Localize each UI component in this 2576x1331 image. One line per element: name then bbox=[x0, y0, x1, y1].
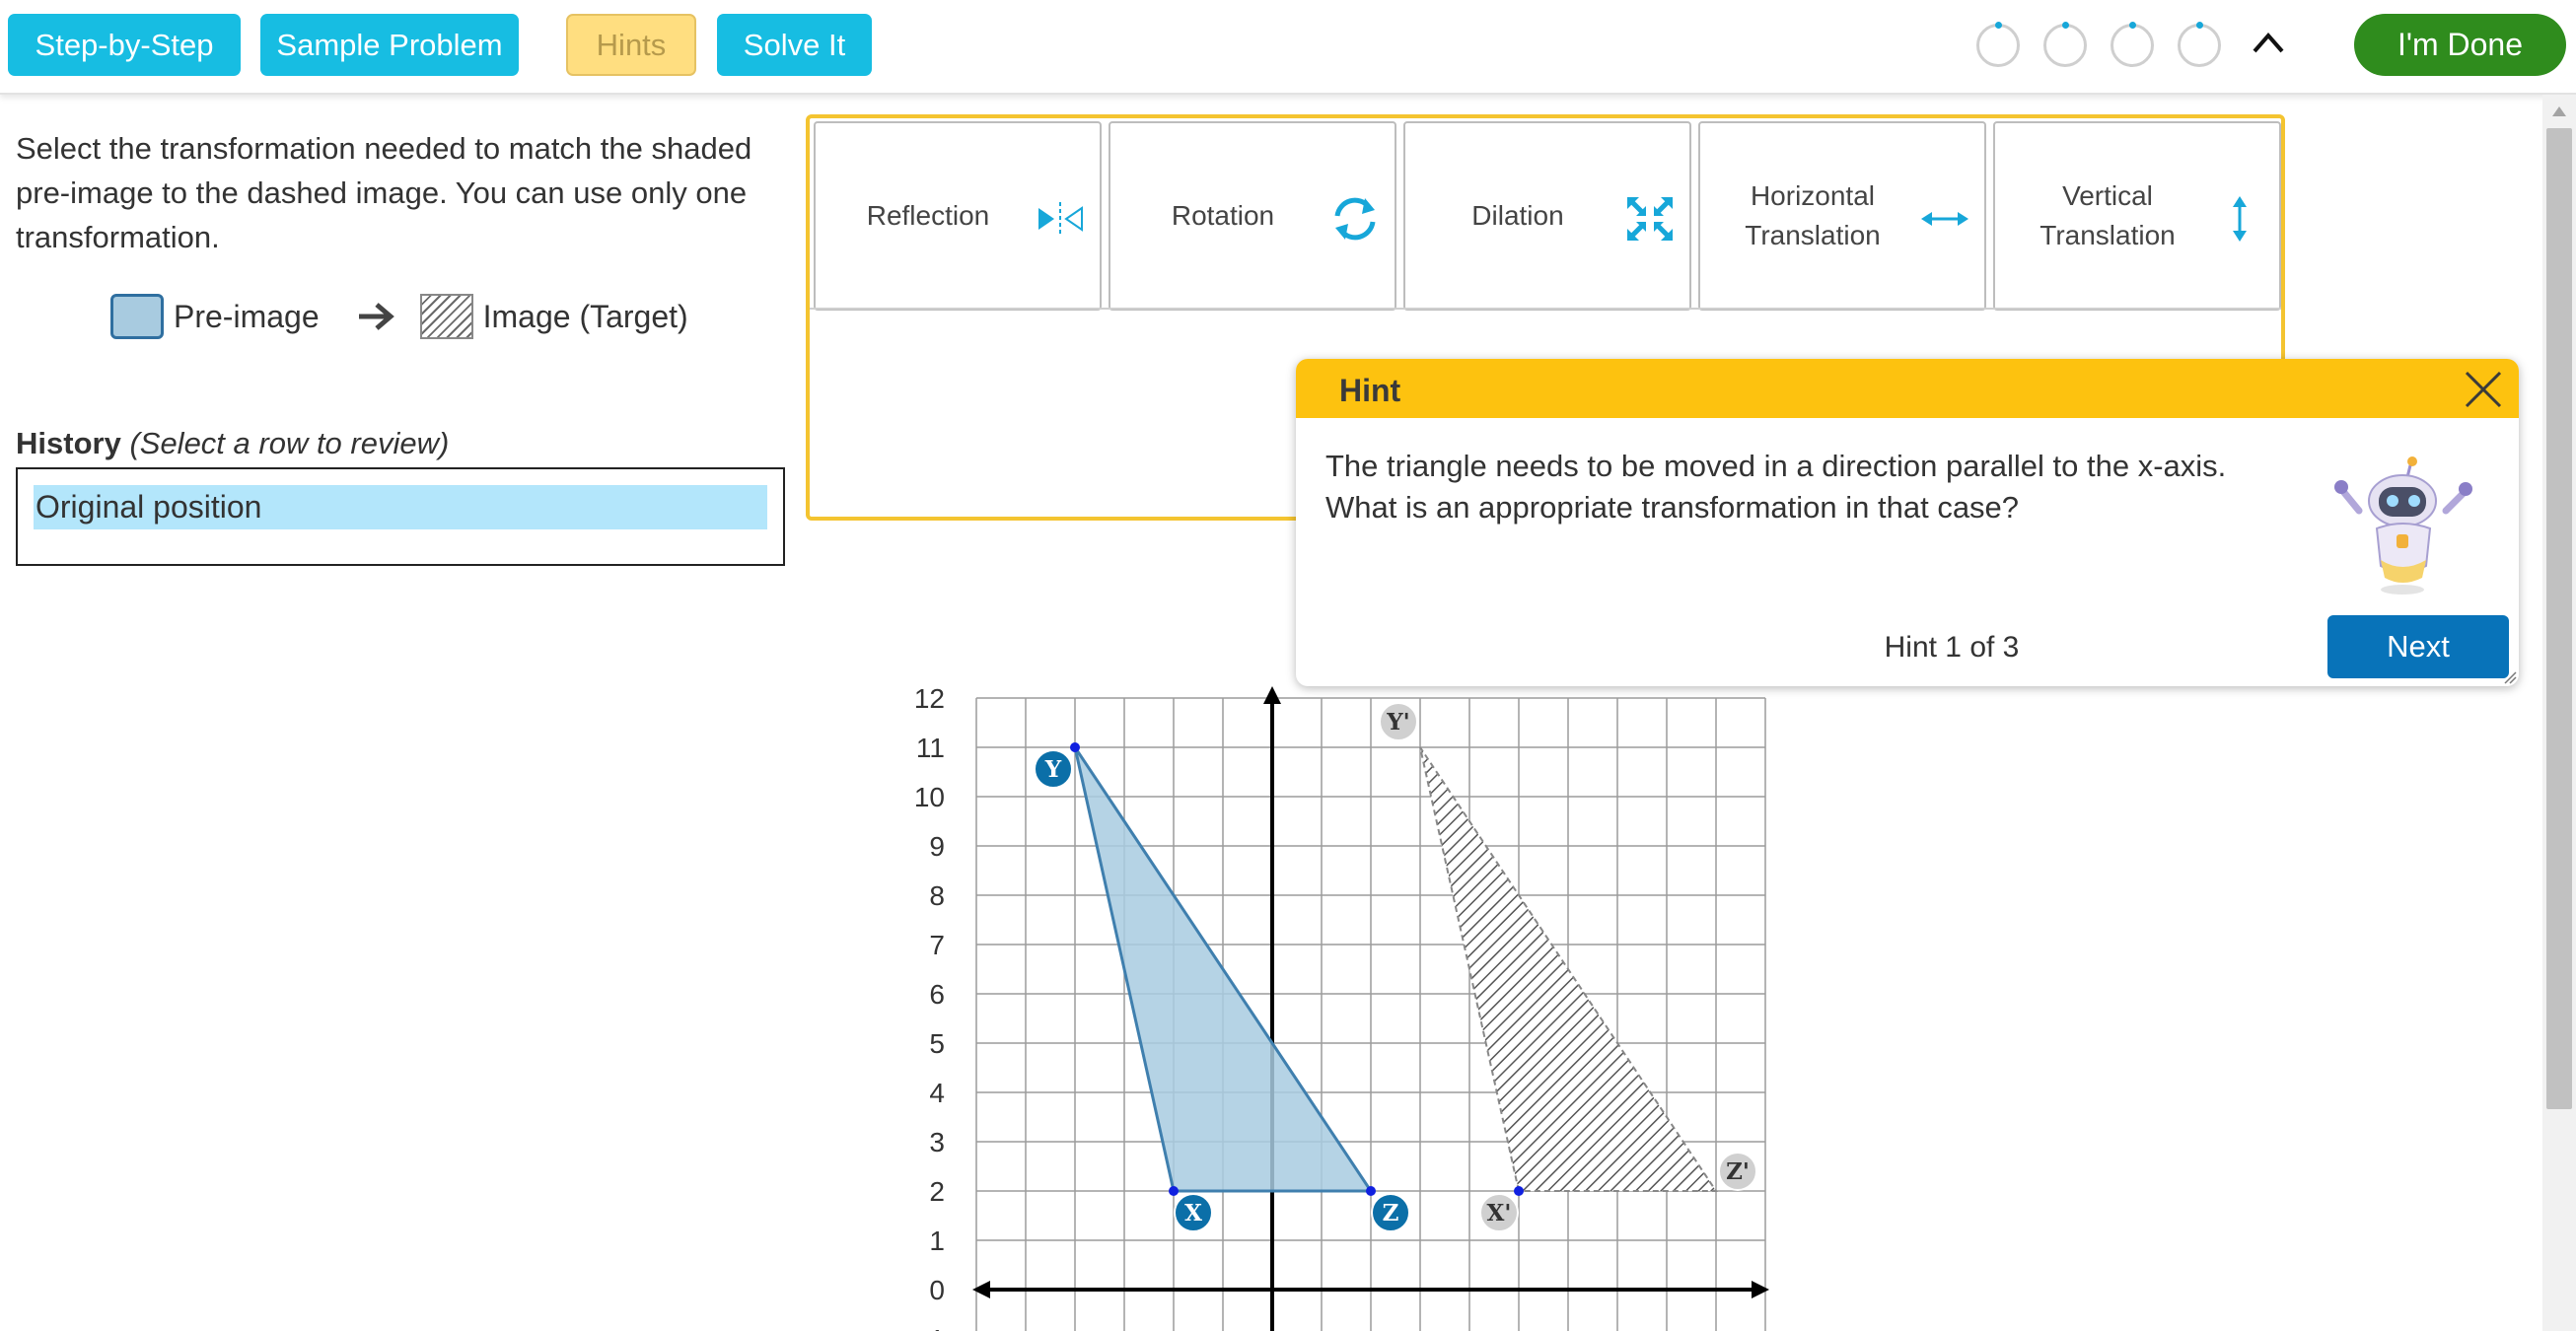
x-axis-arrow-right bbox=[1752, 1281, 1769, 1298]
im-done-button[interactable]: I'm Done bbox=[2354, 14, 2566, 76]
y-tick-label: 11 bbox=[916, 733, 945, 763]
horizontal-translation-button[interactable]: Horizontal Translation bbox=[1698, 121, 1986, 311]
y-tick-label: 3 bbox=[929, 1127, 945, 1157]
pre-image-label: Pre-image bbox=[174, 298, 320, 334]
next-hint-button[interactable]: Next bbox=[2327, 615, 2509, 678]
pre-image-swatch bbox=[110, 294, 164, 339]
solve-it-button[interactable]: Solve It bbox=[717, 14, 872, 76]
y-tick-label: 1 bbox=[929, 1226, 945, 1256]
sample-problem-button[interactable]: Sample Problem bbox=[260, 14, 519, 76]
close-icon[interactable] bbox=[2463, 369, 2504, 410]
arrow-right-icon bbox=[358, 303, 394, 330]
step-by-step-button[interactable]: Step-by-Step bbox=[8, 14, 241, 76]
y-tick-label: 2 bbox=[929, 1176, 945, 1207]
vertex-dot bbox=[1070, 742, 1080, 752]
hint-text-line-1: The triangle needs to be moved in a dire… bbox=[1325, 449, 2227, 483]
reflection-label: Reflection bbox=[866, 200, 990, 231]
y-tick-label: -1 bbox=[920, 1324, 945, 1331]
vertex-z-label: Z bbox=[1383, 1200, 1399, 1226]
resize-handle-icon[interactable] bbox=[2503, 670, 2517, 684]
toolbar: Step-by-Step Sample Problem Hints Solve … bbox=[0, 0, 2576, 95]
y-tick-label: 6 bbox=[929, 979, 945, 1010]
dilation-label: Dilation bbox=[1471, 200, 1564, 231]
vertex-prime-label: Z' bbox=[1726, 1158, 1750, 1185]
rotation-button[interactable]: Rotation bbox=[1109, 121, 1396, 311]
hint-popup: Hint The triangle needs to be moved in a… bbox=[1296, 359, 2519, 686]
history-heading: History (Select a row to review) bbox=[16, 426, 449, 461]
robot-mascot-icon bbox=[2334, 456, 2472, 595]
vertex-x-label: X bbox=[1184, 1200, 1202, 1226]
image-target-swatch bbox=[419, 294, 473, 339]
vertex-y-label: Y bbox=[1044, 756, 1062, 783]
legend: Pre-image Image (Target) bbox=[110, 292, 688, 341]
vertex-dot bbox=[1514, 1186, 1524, 1196]
y-tick-label: 9 bbox=[929, 831, 945, 862]
vertical-translation-button[interactable]: Vertical Translation bbox=[1993, 121, 2281, 311]
y-tick-label: 7 bbox=[929, 930, 945, 960]
hint-title: Hint bbox=[1339, 373, 1401, 408]
y-tick-label: 12 bbox=[914, 683, 945, 714]
vertex-prime-label: X' bbox=[1487, 1200, 1512, 1226]
y-axis-tick-labels: 1211109876543210-1 bbox=[914, 683, 945, 1331]
rotation-label: Rotation bbox=[1171, 200, 1275, 231]
scroll-up-arrow-icon[interactable] bbox=[2548, 103, 2570, 120]
history-subtitle: (Select a row to review) bbox=[129, 426, 450, 460]
y-axis-arrow-up bbox=[1263, 686, 1281, 704]
horizontal-arrows-icon bbox=[1921, 212, 1968, 226]
reflection-button[interactable]: Reflection bbox=[814, 121, 1102, 311]
x-axis-arrow-left bbox=[972, 1281, 990, 1298]
vertical-arrows-icon bbox=[2233, 196, 2247, 242]
reflection-icon bbox=[1038, 202, 1083, 236]
progress-circle-1 bbox=[1976, 22, 2020, 67]
history-list: Original position bbox=[16, 467, 785, 566]
vertex-dot bbox=[1169, 1186, 1179, 1196]
hint-text-line-2: What is an appropriate transformation in… bbox=[1325, 490, 2020, 525]
panel-divider bbox=[810, 308, 2281, 310]
hints-button[interactable]: Hints bbox=[566, 14, 696, 76]
triangles bbox=[1073, 746, 1718, 1193]
y-tick-label: 0 bbox=[929, 1275, 945, 1305]
progress-circle-3 bbox=[2111, 22, 2154, 67]
history-row[interactable]: Original position bbox=[34, 485, 767, 529]
hint-counter: Hint 1 of 3 bbox=[1884, 631, 2020, 664]
progress-circle-2 bbox=[2043, 22, 2087, 67]
y-tick-label: 4 bbox=[929, 1078, 945, 1108]
dilation-icon bbox=[1627, 197, 1673, 241]
coordinate-graph[interactable]: 1211109876543210-1 XYZX'Y'Z' bbox=[888, 670, 1775, 1331]
dilation-button[interactable]: Dilation bbox=[1403, 121, 1691, 311]
horizontal-translation-label: Horizontal Translation bbox=[1745, 180, 1881, 250]
vertical-translation-label: Vertical Translation bbox=[2039, 180, 2176, 250]
image-target-label: Image (Target) bbox=[482, 298, 688, 334]
rotation-icon bbox=[1334, 197, 1376, 241]
vertex-dot bbox=[1366, 1186, 1376, 1196]
y-tick-label: 5 bbox=[929, 1028, 945, 1059]
history-title: History bbox=[16, 426, 121, 460]
hint-text: The triangle needs to be moved in a dire… bbox=[1325, 446, 2312, 528]
hint-header bbox=[1296, 359, 2519, 418]
instructions-text: Select the transformation needed to matc… bbox=[16, 131, 752, 254]
y-tick-label: 10 bbox=[914, 782, 945, 812]
y-tick-label: 8 bbox=[929, 880, 945, 911]
scrollbar-thumb[interactable] bbox=[2546, 128, 2572, 1109]
collapse-chevron-up-icon[interactable] bbox=[2251, 28, 2286, 57]
progress-circle-4 bbox=[2178, 22, 2221, 67]
vertex-prime-label: Y' bbox=[1386, 709, 1409, 736]
